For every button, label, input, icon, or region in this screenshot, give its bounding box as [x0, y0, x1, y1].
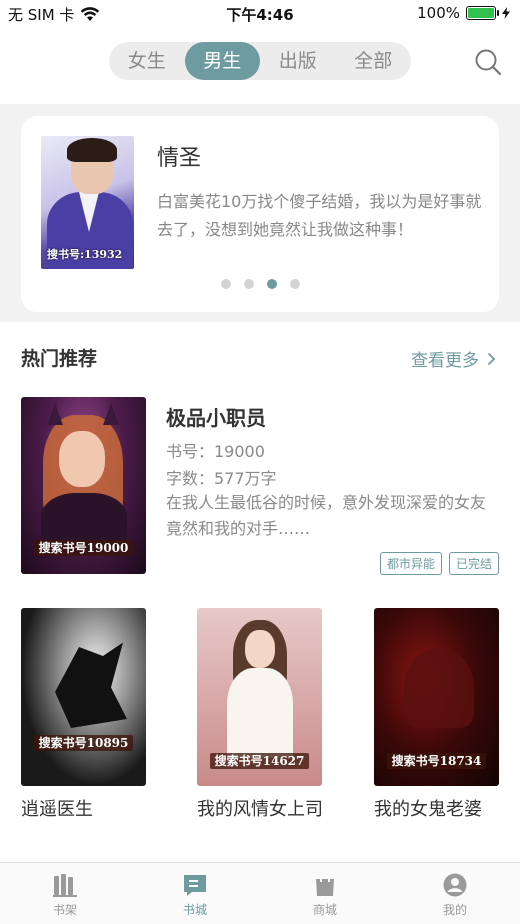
book-cover-1[interactable]: 搜索书号10895: [21, 608, 146, 786]
book-cover-3[interactable]: 搜索书号18734: [374, 608, 499, 786]
tab-female[interactable]: 女生: [109, 42, 185, 80]
banner-pager: [21, 279, 499, 289]
book-cover-tag: 搜索书号18734: [386, 753, 487, 769]
banner-book-description: 白富美花10万找个傻子结婚，我以为是好事就去了，没想到她竟然让我做这种事！: [157, 192, 482, 239]
tab-all[interactable]: 全部: [336, 42, 412, 80]
banner-book-cover[interactable]: 搜书号:13932: [41, 136, 134, 269]
book-cover-tag: 搜索书号10895: [33, 735, 134, 751]
tab-publish[interactable]: 出版: [260, 42, 336, 80]
tab-bookstore[interactable]: 书城: [130, 863, 260, 924]
view-more-label: 查看更多: [411, 351, 479, 371]
chevron-right-icon: [487, 352, 496, 365]
view-more-link[interactable]: 查看更多: [411, 346, 496, 371]
tab-bookshelf[interactable]: 书架: [0, 863, 130, 924]
book-title-2[interactable]: 我的风情女上司: [197, 794, 327, 826]
featured-book-cover[interactable]: 搜索书号19000: [21, 397, 146, 574]
tab-mall[interactable]: 商城: [260, 863, 390, 924]
bookstore-icon: [184, 875, 206, 896]
tab-label: 书架: [52, 903, 77, 917]
battery-percent: 100%: [417, 4, 460, 22]
bottom-tab-bar: 书架 书城 商城 我的: [0, 862, 520, 924]
pager-dot[interactable]: [289, 279, 300, 289]
category-tabs: 女生 男生 出版 全部: [109, 42, 411, 80]
featured-badges: 都市异能 已完结: [379, 552, 499, 575]
tab-mine[interactable]: 我的: [390, 863, 520, 924]
featured-book-number: 书号：19000: [166, 442, 265, 461]
pager-dot[interactable]: [220, 279, 231, 289]
book-title-1[interactable]: 逍遥医生: [21, 794, 156, 826]
bookshelf-icon: [53, 874, 77, 897]
search-icon[interactable]: [474, 48, 502, 76]
section-title: 热门推荐: [21, 348, 98, 370]
featured-book-title[interactable]: 极品小职员: [166, 402, 266, 431]
shopping-bag-icon: [316, 873, 334, 896]
pager-dot-active[interactable]: [266, 279, 277, 289]
banner-cover-tag: 搜书号:13932: [47, 248, 123, 261]
featured-book-description: 在我人生最低谷的时候，意外发现深爱的女友竟然和我的对手……: [166, 493, 487, 538]
battery-icon: [466, 6, 499, 20]
book-title-3[interactable]: 我的女鬼老婆: [374, 794, 509, 826]
tab-label: 我的: [442, 903, 467, 917]
charging-icon: [502, 7, 510, 19]
tab-label: 书城: [182, 903, 207, 917]
status-bar: 无 SIM 卡 下午4:46 100%: [0, 0, 520, 28]
banner-card[interactable]: 搜书号:13932 情圣 白富美花10万找个傻子结婚，我以为是好事就去了，没想到…: [21, 116, 499, 312]
status-badge: 已完结: [448, 552, 499, 575]
featured-word-count: 字数：577万字: [166, 469, 277, 488]
featured-cover-tag: 搜索书号19000: [33, 540, 134, 556]
genre-badge: 都市异能: [379, 552, 442, 575]
banner-book-title[interactable]: 情圣: [157, 140, 201, 172]
tab-label: 商城: [312, 903, 337, 917]
pager-dot[interactable]: [243, 279, 254, 289]
battery-group: 100%: [417, 4, 510, 22]
banner-area: 搜书号:13932 情圣 白富美花10万找个傻子结婚，我以为是好事就去了，没想到…: [0, 104, 520, 322]
book-cover-2[interactable]: 搜索书号14627: [197, 608, 322, 786]
tab-male[interactable]: 男生: [184, 42, 260, 80]
user-icon: [443, 873, 467, 897]
book-cover-tag: 搜索书号14627: [209, 753, 310, 769]
